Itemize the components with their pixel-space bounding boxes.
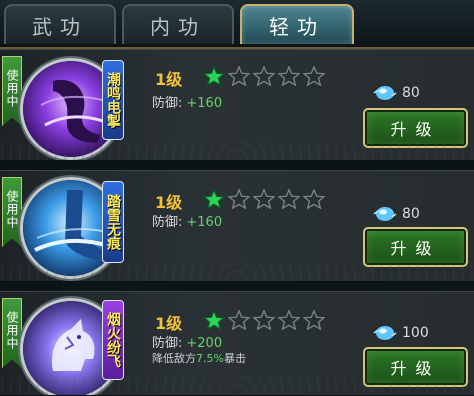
star-filled-icon [203, 189, 225, 209]
extra-suffix: 暴击 [223, 352, 246, 365]
upgrade-button[interactable]: 升级 [363, 227, 468, 267]
stat-label: 防御: [152, 336, 183, 351]
skill-row: 使用中 潮鸣电掣 1级 防御: +160 80 升级 [0, 49, 474, 161]
stat-value: +160 [186, 96, 223, 111]
cost-value: 80 [402, 85, 420, 101]
skill-name: 潮鸣电掣 [102, 60, 124, 140]
tab-neigong[interactable]: 内功 [122, 4, 234, 44]
star-empty-icon [253, 189, 275, 209]
cost-value: 100 [402, 325, 429, 341]
star-filled-icon [203, 310, 225, 330]
star-empty-icon [303, 66, 325, 86]
stat-value: +200 [186, 336, 223, 351]
upgrade-cost: 80 [372, 205, 420, 223]
star-filled-icon [203, 66, 225, 86]
star-empty-icon [278, 310, 300, 330]
star-empty-icon [228, 189, 250, 209]
star-rating [203, 189, 325, 209]
extra-percent: 7.5% [196, 352, 224, 365]
crit-reduction-stat: 降低敌方7.5%暴击 [152, 350, 246, 366]
skill-level: 1级 [155, 314, 183, 333]
skill-row: 使用中 踏雪无痕 1级 防御: +160 80 升级 [0, 170, 474, 282]
stat-label: 防御: [152, 215, 183, 230]
gem-icon [373, 326, 397, 340]
tab-wugong[interactable]: 武功 [4, 4, 116, 44]
star-empty-icon [228, 66, 250, 86]
stat-label: 防御: [152, 96, 183, 111]
tab-qinggong[interactable]: 轻功 [240, 4, 354, 44]
extra-prefix: 降低敌方 [152, 352, 196, 365]
skill-level: 1级 [155, 70, 183, 89]
skill-name: 踏雪无痕 [102, 181, 124, 263]
skill-level: 1级 [155, 193, 183, 212]
cost-value: 80 [402, 206, 420, 222]
star-empty-icon [303, 189, 325, 209]
star-rating [203, 66, 325, 86]
star-empty-icon [278, 66, 300, 86]
defense-stat: 防御: +160 [152, 211, 222, 230]
upgrade-button[interactable]: 升级 [363, 108, 468, 148]
stat-value: +160 [186, 215, 223, 230]
star-empty-icon [228, 310, 250, 330]
upgrade-cost: 100 [372, 324, 429, 342]
star-empty-icon [278, 189, 300, 209]
in-use-badge: 使用中 [2, 298, 22, 368]
in-use-badge: 使用中 [2, 177, 22, 247]
tab-bar: 武功 内功 轻功 [0, 0, 474, 49]
gem-icon [373, 86, 397, 100]
upgrade-button[interactable]: 升级 [363, 347, 468, 387]
defense-stat: 防御: +200 [152, 332, 222, 351]
star-empty-icon [253, 310, 275, 330]
star-rating [203, 310, 325, 330]
skill-row: 使用中 烟火纷飞 1级 防御: +200 降低敌方7.5%暴击 100 升级 [0, 291, 474, 396]
defense-stat: 防御: +160 [152, 92, 222, 111]
gem-icon [373, 207, 397, 221]
star-empty-icon [253, 66, 275, 86]
in-use-badge: 使用中 [2, 56, 22, 126]
star-empty-icon [303, 310, 325, 330]
upgrade-cost: 80 [372, 84, 420, 102]
skill-name: 烟火纷飞 [102, 300, 124, 380]
